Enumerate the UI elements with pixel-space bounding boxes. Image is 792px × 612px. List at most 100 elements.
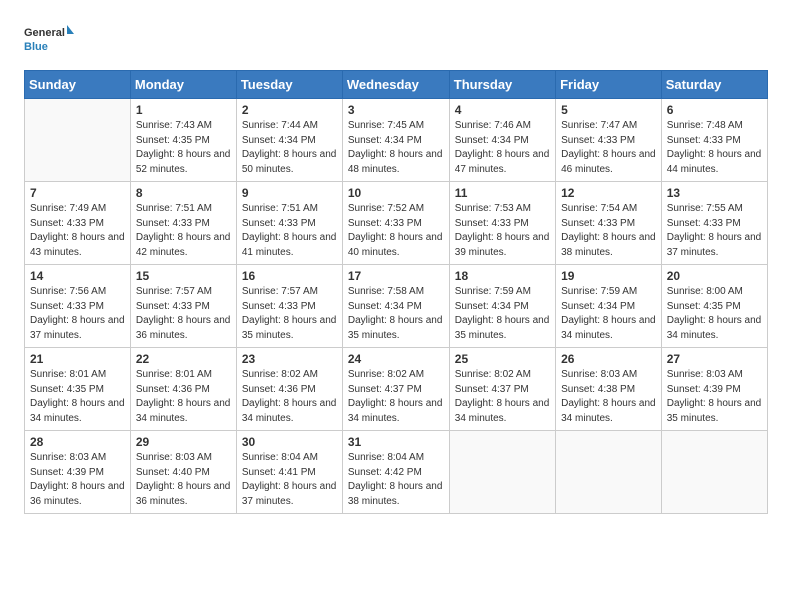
day-info: Sunrise: 8:02 AMSunset: 4:37 PMDaylight:…	[348, 368, 444, 426]
svg-text:Blue: Blue	[24, 41, 48, 53]
day-info: Sunrise: 8:01 AMSunset: 4:36 PMDaylight:…	[136, 368, 231, 426]
col-header-monday: Monday	[130, 71, 236, 99]
calendar-cell: 23 Sunrise: 8:02 AMSunset: 4:36 PMDayligh…	[236, 348, 342, 431]
day-info: Sunrise: 7:46 AMSunset: 4:34 PMDaylight:…	[455, 119, 550, 177]
calendar-week-row: 28 Sunrise: 8:03 AMSunset: 4:39 PMDayligh…	[25, 431, 768, 514]
calendar-cell: 13Sunrise: 7:55 AMSunset: 4:33 PMDayligh…	[661, 182, 767, 265]
day-number: 30	[242, 435, 337, 449]
day-info: Sunrise: 8:03 AMSunset: 4:39 PMDaylight:…	[30, 451, 125, 509]
day-info: Sunrise: 8:02 AMSunset: 4:37 PMDaylight:…	[455, 368, 550, 426]
calendar-cell: 12 Sunrise: 7:54 AMSunset: 4:33 PMDayligh…	[556, 182, 662, 265]
day-info: Sunrise: 7:51 AMSunset: 4:33 PMDaylight:…	[136, 202, 231, 260]
day-number: 29	[136, 435, 231, 449]
day-info: Sunrise: 8:02 AMSunset: 4:36 PMDaylight:…	[242, 368, 337, 426]
calendar-cell: 17 Sunrise: 7:58 AMSunset: 4:34 PMDayligh…	[342, 265, 449, 348]
day-number: 20	[667, 269, 762, 283]
calendar-cell	[556, 431, 662, 514]
day-number: 22	[136, 352, 231, 366]
day-number: 16	[242, 269, 337, 283]
calendar-cell: 31 Sunrise: 8:04 AMSunset: 4:42 PMDayligh…	[342, 431, 449, 514]
day-number: 31	[348, 435, 444, 449]
day-info: Sunrise: 7:48 AMSunset: 4:33 PMDaylight:…	[667, 119, 762, 177]
day-number: 27	[667, 352, 762, 366]
day-number: 18	[455, 269, 550, 283]
day-number: 15	[136, 269, 231, 283]
day-number: 12	[561, 186, 656, 200]
day-info: Sunrise: 8:01 AMSunset: 4:35 PMDaylight:…	[30, 368, 125, 426]
calendar-cell: 28 Sunrise: 8:03 AMSunset: 4:39 PMDayligh…	[25, 431, 131, 514]
calendar-cell: 19 Sunrise: 7:59 AMSunset: 4:34 PMDayligh…	[556, 265, 662, 348]
calendar-cell: 22 Sunrise: 8:01 AMSunset: 4:36 PMDayligh…	[130, 348, 236, 431]
col-header-friday: Friday	[556, 71, 662, 99]
calendar-cell: 18 Sunrise: 7:59 AMSunset: 4:34 PMDayligh…	[449, 265, 555, 348]
day-number: 1	[136, 103, 231, 117]
col-header-wednesday: Wednesday	[342, 71, 449, 99]
day-number: 6	[667, 103, 762, 117]
day-number: 2	[242, 103, 337, 117]
day-number: 5	[561, 103, 656, 117]
day-number: 23	[242, 352, 337, 366]
calendar-cell: 20 Sunrise: 8:00 AMSunset: 4:35 PMDayligh…	[661, 265, 767, 348]
day-number: 26	[561, 352, 656, 366]
logo: General Blue	[24, 20, 74, 60]
page-header: General Blue	[24, 20, 768, 60]
day-info: Sunrise: 7:55 AMSunset: 4:33 PMDaylight:…	[667, 202, 762, 260]
day-info: Sunrise: 8:04 AMSunset: 4:41 PMDaylight:…	[242, 451, 337, 509]
calendar-cell: 11 Sunrise: 7:53 AMSunset: 4:33 PMDayligh…	[449, 182, 555, 265]
calendar-header-row: SundayMondayTuesdayWednesdayThursdayFrid…	[25, 71, 768, 99]
day-info: Sunrise: 7:51 AMSunset: 4:33 PMDaylight:…	[242, 202, 337, 260]
day-info: Sunrise: 8:00 AMSunset: 4:35 PMDaylight:…	[667, 285, 762, 343]
day-number: 17	[348, 269, 444, 283]
day-info: Sunrise: 7:54 AMSunset: 4:33 PMDaylight:…	[561, 202, 656, 260]
day-number: 25	[455, 352, 550, 366]
calendar-week-row: 14Sunrise: 7:56 AMSunset: 4:33 PMDayligh…	[25, 265, 768, 348]
calendar-cell: 25 Sunrise: 8:02 AMSunset: 4:37 PMDayligh…	[449, 348, 555, 431]
calendar-cell: 8Sunrise: 7:51 AMSunset: 4:33 PMDaylight…	[130, 182, 236, 265]
calendar-cell: 30 Sunrise: 8:04 AMSunset: 4:41 PMDayligh…	[236, 431, 342, 514]
day-info: Sunrise: 7:53 AMSunset: 4:33 PMDaylight:…	[455, 202, 550, 260]
day-number: 28	[30, 435, 125, 449]
calendar-cell	[661, 431, 767, 514]
day-info: Sunrise: 7:59 AMSunset: 4:34 PMDaylight:…	[561, 285, 656, 343]
calendar-cell: 2Sunrise: 7:44 AMSunset: 4:34 PMDaylight…	[236, 99, 342, 182]
day-number: 10	[348, 186, 444, 200]
svg-text:General: General	[24, 27, 65, 39]
calendar-week-row: 7 Sunrise: 7:49 AMSunset: 4:33 PMDaylight…	[25, 182, 768, 265]
day-info: Sunrise: 7:59 AMSunset: 4:34 PMDaylight:…	[455, 285, 550, 343]
calendar-cell: 24 Sunrise: 8:02 AMSunset: 4:37 PMDayligh…	[342, 348, 449, 431]
calendar-cell: 15Sunrise: 7:57 AMSunset: 4:33 PMDayligh…	[130, 265, 236, 348]
day-number: 4	[455, 103, 550, 117]
calendar-cell: 14Sunrise: 7:56 AMSunset: 4:33 PMDayligh…	[25, 265, 131, 348]
col-header-thursday: Thursday	[449, 71, 555, 99]
calendar-cell: 10Sunrise: 7:52 AMSunset: 4:33 PMDayligh…	[342, 182, 449, 265]
calendar-cell: 26Sunrise: 8:03 AMSunset: 4:38 PMDayligh…	[556, 348, 662, 431]
calendar-cell: 4 Sunrise: 7:46 AMSunset: 4:34 PMDaylight…	[449, 99, 555, 182]
col-header-sunday: Sunday	[25, 71, 131, 99]
calendar-table: SundayMondayTuesdayWednesdayThursdayFrid…	[24, 70, 768, 514]
calendar-cell: 16 Sunrise: 7:57 AMSunset: 4:33 PMDayligh…	[236, 265, 342, 348]
day-info: Sunrise: 8:04 AMSunset: 4:42 PMDaylight:…	[348, 451, 444, 509]
calendar-week-row: 1 Sunrise: 7:43 AMSunset: 4:35 PMDaylight…	[25, 99, 768, 182]
day-number: 21	[30, 352, 125, 366]
day-number: 19	[561, 269, 656, 283]
day-info: Sunrise: 8:03 AMSunset: 4:40 PMDaylight:…	[136, 451, 231, 509]
day-info: Sunrise: 7:47 AMSunset: 4:33 PMDaylight:…	[561, 119, 656, 177]
day-number: 7	[30, 186, 125, 200]
calendar-cell: 7 Sunrise: 7:49 AMSunset: 4:33 PMDaylight…	[25, 182, 131, 265]
day-info: Sunrise: 7:58 AMSunset: 4:34 PMDaylight:…	[348, 285, 444, 343]
calendar-cell: 3 Sunrise: 7:45 AMSunset: 4:34 PMDaylight…	[342, 99, 449, 182]
day-number: 11	[455, 186, 550, 200]
day-info: Sunrise: 7:56 AMSunset: 4:33 PMDaylight:…	[30, 285, 125, 343]
day-info: Sunrise: 7:43 AMSunset: 4:35 PMDaylight:…	[136, 119, 231, 177]
day-number: 24	[348, 352, 444, 366]
day-info: Sunrise: 7:57 AMSunset: 4:33 PMDaylight:…	[242, 285, 337, 343]
day-info: Sunrise: 7:45 AMSunset: 4:34 PMDaylight:…	[348, 119, 444, 177]
calendar-cell	[449, 431, 555, 514]
calendar-cell: 29 Sunrise: 8:03 AMSunset: 4:40 PMDayligh…	[130, 431, 236, 514]
day-number: 3	[348, 103, 444, 117]
day-info: Sunrise: 7:49 AMSunset: 4:33 PMDaylight:…	[30, 202, 125, 260]
calendar-cell: 21 Sunrise: 8:01 AMSunset: 4:35 PMDayligh…	[25, 348, 131, 431]
day-info: Sunrise: 8:03 AMSunset: 4:39 PMDaylight:…	[667, 368, 762, 426]
calendar-cell: 9 Sunrise: 7:51 AMSunset: 4:33 PMDaylight…	[236, 182, 342, 265]
day-number: 9	[242, 186, 337, 200]
